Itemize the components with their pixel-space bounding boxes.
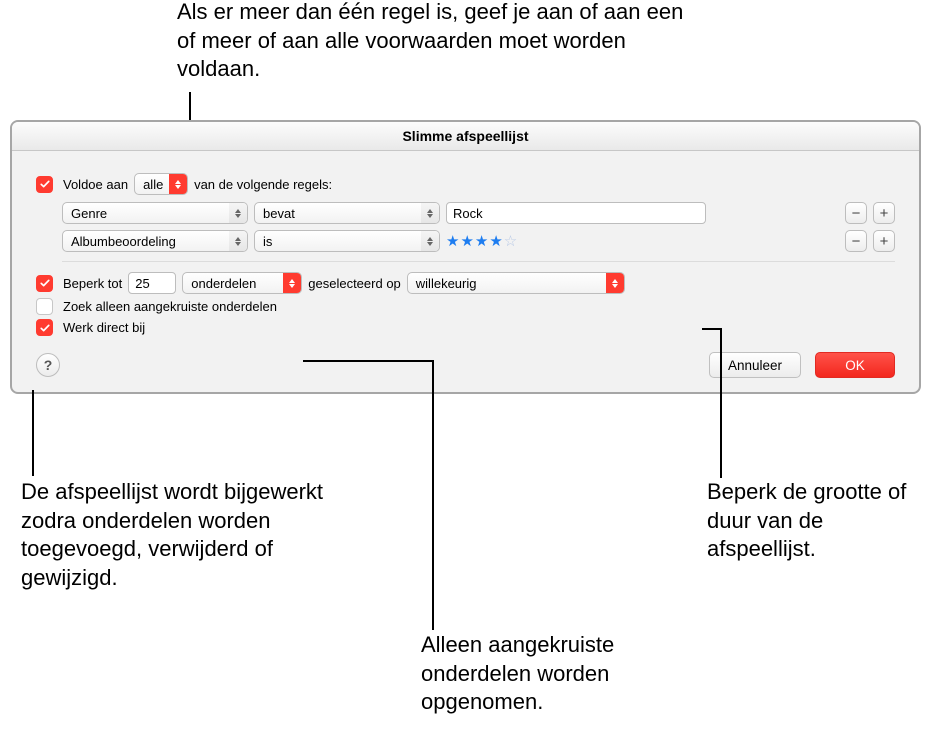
rule-op-value: bevat	[263, 206, 295, 221]
chevrons-icon	[169, 174, 187, 194]
match-all-select-value: alle	[143, 177, 163, 192]
callout-leader	[720, 328, 722, 478]
callout-leader	[702, 328, 720, 330]
match-before-label: Voldoe aan	[63, 177, 128, 192]
chevrons-icon	[229, 203, 247, 223]
limit-unit-select[interactable]: onderdelen	[182, 272, 302, 294]
rule-field-value: Albumbeoordeling	[71, 234, 176, 249]
rule-op-select[interactable]: is	[254, 230, 440, 252]
match-after-label: van de volgende regels:	[194, 177, 332, 192]
callout-leader	[303, 360, 433, 362]
only-checked-label: Zoek alleen aangekruiste onderdelen	[63, 299, 277, 314]
cancel-button[interactable]: Annuleer	[709, 352, 801, 378]
rule-rating-stars[interactable]: ★★★★☆	[446, 232, 518, 250]
remove-rule-button[interactable]: −	[845, 230, 867, 252]
match-row: Voldoe aan alle van de volgende regels:	[36, 173, 895, 195]
limit-checkbox[interactable]	[36, 275, 53, 292]
smart-playlist-dialog: Slimme afspeellijst Voldoe aan alle van …	[10, 120, 921, 394]
limit-method-select[interactable]: willekeurig	[407, 272, 625, 294]
rule-field-value: Genre	[71, 206, 107, 221]
rule-op-value: is	[263, 234, 272, 249]
rule-row: Genre bevat Rock − +	[62, 199, 895, 227]
add-rule-button[interactable]: +	[873, 230, 895, 252]
callout-right: Beperk de grootte of duur van de afspeel…	[707, 478, 922, 564]
match-all-select[interactable]: alle	[134, 173, 188, 195]
rule-value-text: Rock	[453, 206, 483, 221]
match-checkbox[interactable]	[36, 176, 53, 193]
limit-mid-label: geselecteerd op	[308, 276, 401, 291]
add-rule-button[interactable]: +	[873, 202, 895, 224]
chevrons-icon	[283, 273, 301, 293]
only-checked-checkbox[interactable]	[36, 298, 53, 315]
limit-count-input[interactable]: 25	[128, 272, 176, 294]
live-update-checkbox[interactable]	[36, 319, 53, 336]
dialog-footer: ? Annuleer OK	[36, 352, 895, 378]
callout-left: De afspeellijst wordt bijgewerkt zodra o…	[21, 478, 341, 592]
callout-top: Als er meer dan één regel is, geef je aa…	[177, 0, 697, 84]
chevrons-icon	[421, 203, 439, 223]
limit-unit-value: onderdelen	[191, 276, 256, 291]
limit-method-value: willekeurig	[416, 276, 477, 291]
rule-op-select[interactable]: bevat	[254, 202, 440, 224]
rule-field-select[interactable]: Albumbeoordeling	[62, 230, 248, 252]
chevrons-icon	[421, 231, 439, 251]
only-checked-row: Zoek alleen aangekruiste onderdelen	[36, 298, 895, 315]
callout-leader	[432, 360, 434, 630]
limit-count-value: 25	[135, 276, 149, 291]
live-update-label: Werk direct bij	[63, 320, 145, 335]
rule-value-input[interactable]: Rock	[446, 202, 706, 224]
live-update-row: Werk direct bij	[36, 319, 895, 336]
chevrons-icon	[229, 231, 247, 251]
remove-rule-button[interactable]: −	[845, 202, 867, 224]
rules-area: Genre bevat Rock − + Albumbeoordeling	[62, 199, 895, 262]
callout-leader	[32, 390, 34, 476]
rule-row: Albumbeoordeling is ★★★★☆ − +	[62, 227, 895, 255]
rule-field-select[interactable]: Genre	[62, 202, 248, 224]
help-button[interactable]: ?	[36, 353, 60, 377]
ok-button[interactable]: OK	[815, 352, 895, 378]
callout-bottom: Alleen aangekruiste onderdelen worden op…	[421, 631, 721, 717]
dialog-title: Slimme afspeellijst	[12, 122, 919, 151]
limit-before-label: Beperk tot	[63, 276, 122, 291]
chevrons-icon	[606, 273, 624, 293]
limit-row: Beperk tot 25 onderdelen geselecteerd op…	[36, 272, 895, 294]
